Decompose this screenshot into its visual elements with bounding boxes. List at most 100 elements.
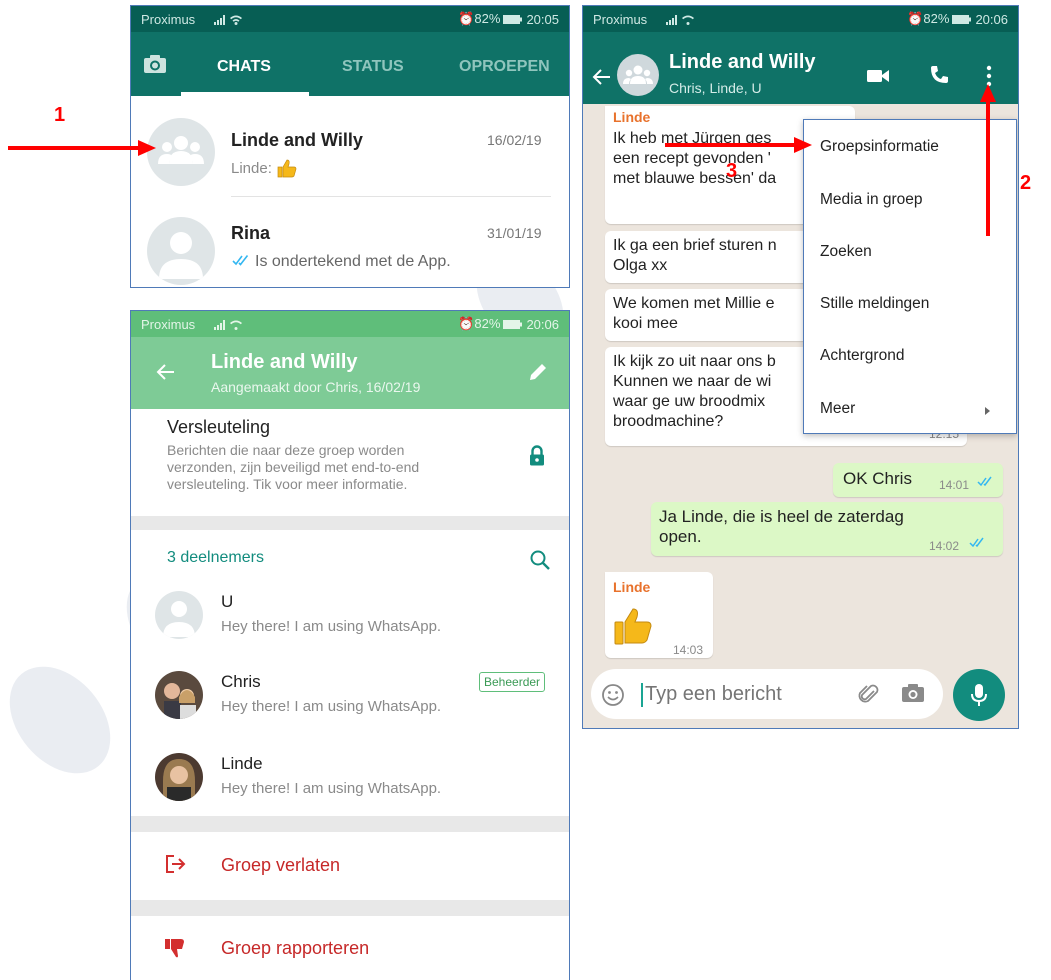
section-gap xyxy=(131,900,569,916)
chat-preview: Is ondertekend met de App. xyxy=(255,253,451,270)
group-info-screen: Proximus ⏰82% 20:06 Linde and Willy Aang… xyxy=(130,310,570,980)
camera-icon[interactable] xyxy=(901,683,925,703)
group-avatar xyxy=(147,118,215,186)
avatar xyxy=(155,753,203,801)
annotation-number-3: 3 xyxy=(726,160,738,182)
encryption-section[interactable]: Versleuteling Berichten die naar deze gr… xyxy=(131,409,569,519)
chat-name: Rina xyxy=(231,223,271,243)
text-cursor xyxy=(641,683,643,707)
overflow-menu: Groepsinformatie Media in groep Zoeken S… xyxy=(803,119,1017,434)
voice-call-icon[interactable] xyxy=(929,65,949,85)
report-group-label: Groep rapporteren xyxy=(221,938,370,958)
carrier-label: Proximus xyxy=(141,316,196,332)
chat-name: Linde and Willy xyxy=(231,130,363,150)
back-arrow-icon[interactable] xyxy=(155,363,175,381)
chat-list-item-rina[interactable]: Rina 31/01/19 Is ondertekend met de App. xyxy=(131,197,569,287)
submenu-arrow-icon xyxy=(984,406,992,416)
emoji-icon[interactable] xyxy=(601,683,625,707)
member-status: Hey there! I am using WhatsApp. xyxy=(221,780,442,797)
group-title: Linde and Willy xyxy=(211,351,358,373)
menu-item-search[interactable]: Zoeken xyxy=(820,243,872,261)
exit-icon xyxy=(165,854,187,874)
encryption-text: Berichten die naar deze groep worden ver… xyxy=(167,442,420,492)
section-gap xyxy=(131,816,569,832)
annotation-number-2: 2 xyxy=(1020,172,1032,194)
group-avatar[interactable] xyxy=(617,54,659,96)
more-options-icon[interactable] xyxy=(985,65,993,87)
message-sender: Linde xyxy=(613,579,651,595)
thumbs-up-emoji-icon xyxy=(613,606,653,646)
chat-title[interactable]: Linde and Willy xyxy=(669,51,816,74)
chat-header: Linde and Willy Chris, Linde, U xyxy=(583,32,1018,104)
member-name: Chris xyxy=(221,672,261,691)
annotation-number-1: 1 xyxy=(54,104,66,126)
back-arrow-icon[interactable] xyxy=(591,68,611,86)
chats-screen: Proximus ⏰82% 20:05 CHATS STATUS OPROEPE… xyxy=(130,5,570,288)
chat-date: 31/01/19 xyxy=(487,225,542,241)
message-input[interactable] xyxy=(645,678,835,710)
chat-preview: Linde: xyxy=(231,160,272,177)
avatar xyxy=(155,591,203,639)
clock-label: 20:05 xyxy=(526,11,559,27)
leave-group-label: Groep verlaten xyxy=(221,855,341,875)
battery-icon xyxy=(503,14,523,25)
menu-item-more[interactable]: Meer xyxy=(820,400,855,418)
participants-count: 3 deelnemers xyxy=(167,549,264,566)
tab-calls[interactable]: OPROEPEN xyxy=(459,58,550,76)
message-time: 14:02 xyxy=(929,539,960,553)
member-status: Hey there! I am using WhatsApp. xyxy=(221,618,442,635)
menu-item-group-media[interactable]: Media in groep xyxy=(820,191,923,209)
thumbs-down-icon xyxy=(165,938,187,958)
chat-subtitle: Chris, Linde, U xyxy=(669,80,762,96)
alarm-battery-label: ⏰82% xyxy=(458,316,501,331)
attachment-icon[interactable] xyxy=(857,682,881,706)
tab-bar: CHATS STATUS OPROEPEN xyxy=(131,32,569,96)
tab-status[interactable]: STATUS xyxy=(342,58,404,76)
message-bubble-outgoing[interactable]: Ja Linde, die is heel de zaterdag open. … xyxy=(651,502,1003,556)
chat-date: 16/02/19 xyxy=(487,132,542,148)
microphone-icon xyxy=(971,683,987,707)
signal-wifi-icon xyxy=(665,12,695,26)
menu-item-group-info[interactable]: Groepsinformatie xyxy=(820,138,939,156)
signal-wifi-icon xyxy=(213,317,243,331)
member-row[interactable]: Chris Hey there! I am using WhatsApp. Be… xyxy=(131,661,569,743)
lock-icon xyxy=(529,445,545,467)
signal-wifi-icon xyxy=(213,12,243,26)
menu-item-wallpaper[interactable]: Achtergrond xyxy=(820,347,904,365)
carrier-label: Proximus xyxy=(141,11,196,27)
status-bar: Proximus ⏰82% 20:06 xyxy=(583,6,1018,32)
section-gap xyxy=(131,516,569,530)
menu-item-mute-notifications[interactable]: Stille meldingen xyxy=(820,295,929,313)
avatar xyxy=(155,671,203,719)
edit-pencil-icon[interactable] xyxy=(527,361,549,383)
group-chat-screen: Proximus ⏰82% 20:06 Linde and Willy Chri… xyxy=(582,5,1019,729)
double-check-icon xyxy=(977,475,995,487)
member-status: Hey there! I am using WhatsApp. xyxy=(221,698,442,715)
admin-badge: Beheerder xyxy=(479,672,546,692)
contact-avatar xyxy=(147,217,215,285)
chat-list-item-linde-and-willy[interactable]: Linde and Willy 16/02/19 Linde: xyxy=(131,96,569,197)
camera-icon[interactable] xyxy=(143,54,167,74)
search-icon[interactable] xyxy=(529,549,551,571)
report-group-row[interactable]: Groep rapporteren xyxy=(131,916,569,980)
message-bubble-outgoing[interactable]: OK Chris 14:01 xyxy=(833,463,1003,497)
clock-label: 20:06 xyxy=(526,316,559,332)
voice-record-button[interactable] xyxy=(953,669,1005,721)
tab-chats[interactable]: CHATS xyxy=(217,58,271,76)
leave-group-row[interactable]: Groep verlaten xyxy=(131,832,569,900)
message-time: 14:01 xyxy=(939,478,970,492)
message-input-bar xyxy=(591,669,943,719)
info-header: Linde and Willy Aangemaakt door Chris, 1… xyxy=(131,337,569,409)
message-line: Ja Linde, die is heel de zaterdag xyxy=(659,507,904,526)
member-row[interactable]: U Hey there! I am using WhatsApp. xyxy=(131,581,569,661)
message-text: OK Chris xyxy=(843,469,912,488)
member-name: U xyxy=(221,592,234,611)
double-check-icon xyxy=(232,253,252,267)
message-bubble[interactable]: Linde 14:03 xyxy=(605,572,713,658)
encryption-title: Versleuteling xyxy=(167,417,271,437)
member-name: Linde xyxy=(221,754,263,773)
clock-label: 20:06 xyxy=(975,11,1008,27)
alarm-battery-label: ⏰82% xyxy=(907,11,950,26)
status-bar: Proximus ⏰82% 20:06 xyxy=(131,311,569,337)
video-call-icon[interactable] xyxy=(867,68,891,84)
